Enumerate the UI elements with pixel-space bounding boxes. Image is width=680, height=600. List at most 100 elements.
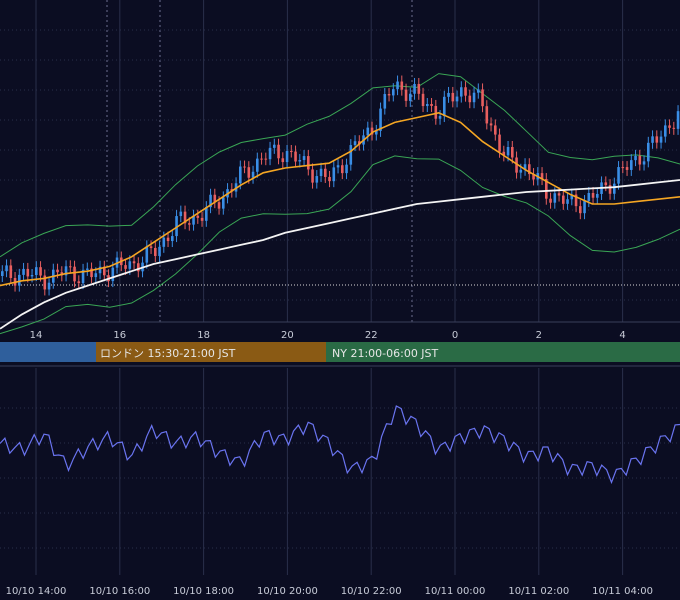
oscillator-x-tick-label: 10/11 00:00	[425, 586, 486, 597]
candle-body	[655, 136, 659, 143]
oscillator-x-tick-label: 10/10 18:00	[173, 586, 234, 597]
candle-body	[400, 81, 404, 90]
candle-body	[222, 197, 225, 209]
candle-body	[77, 281, 81, 284]
candle-body	[251, 171, 255, 178]
candle-body	[477, 89, 480, 93]
candle-body	[341, 165, 344, 174]
candle-body	[18, 274, 21, 286]
candle-body	[39, 267, 42, 276]
candle-body	[583, 201, 586, 214]
candle-body	[676, 111, 680, 129]
candle-body	[396, 81, 399, 90]
candle-body	[86, 268, 89, 270]
candle-body	[166, 237, 170, 242]
candle-body	[604, 182, 608, 186]
candle-body	[651, 136, 654, 143]
oscillator-x-tick-label: 10/10 14:00	[6, 586, 67, 597]
candle-body	[421, 93, 425, 107]
candle-body	[587, 193, 591, 202]
candle-body	[443, 96, 446, 117]
candle-body	[145, 246, 149, 263]
candle-body	[239, 166, 242, 184]
price-x-tick-label: 16	[113, 330, 126, 341]
session-tokyo	[0, 342, 96, 362]
session-ny-label: NY 21:00-06:00 JST	[332, 347, 439, 360]
candle-body	[69, 266, 72, 268]
candle-body	[5, 265, 8, 272]
price-x-tick-label: 14	[30, 330, 43, 341]
candle-body	[264, 158, 268, 160]
candle-body	[171, 236, 174, 242]
candle-body	[47, 282, 51, 290]
candle-body	[149, 246, 153, 248]
candle-body	[613, 183, 616, 194]
candle-body	[472, 92, 476, 103]
candle-body	[247, 167, 251, 178]
candle-body	[353, 141, 357, 146]
candle-body	[243, 166, 246, 168]
candle-body	[277, 144, 280, 159]
price-x-tick-label: 0	[452, 330, 458, 341]
candle-body	[464, 87, 467, 96]
candle-body	[659, 136, 663, 143]
candle-body	[511, 147, 514, 158]
candle-body	[553, 193, 557, 203]
candle-body	[557, 193, 561, 196]
candle-body	[26, 268, 30, 277]
candle-body	[268, 147, 272, 160]
candle-body	[294, 151, 297, 162]
candle-body	[315, 176, 319, 183]
candle-body	[494, 125, 497, 135]
session-london-label: ロンドン 15:30-21:00 JST	[100, 347, 236, 360]
candle-body	[489, 123, 493, 126]
candle-body	[438, 116, 442, 119]
candle-body	[498, 134, 501, 152]
candle-body	[468, 95, 472, 103]
candle-body	[332, 167, 336, 182]
candle-body	[668, 125, 671, 128]
candle-body	[642, 161, 646, 165]
candle-body	[430, 104, 433, 106]
candle-body	[154, 247, 157, 256]
candle-body	[460, 87, 463, 97]
candle-body	[413, 83, 416, 94]
forex-chart: 14 16 18 20 22 0 2 4 ロンドン 15:30-21:00 JST NY 21…	[0, 0, 680, 600]
candle-body	[596, 193, 599, 198]
candle-body	[621, 167, 625, 169]
candle-body	[447, 92, 450, 97]
candle-body	[617, 167, 620, 184]
candle-body	[179, 211, 183, 217]
candle-body	[256, 158, 259, 172]
candle-body	[311, 169, 314, 183]
price-x-tick-label: 22	[365, 330, 378, 341]
candle-body	[298, 160, 302, 162]
candle-body	[608, 185, 612, 194]
oscillator-x-tick-label: 10/10 22:00	[341, 586, 402, 597]
candle-body	[111, 267, 115, 282]
candle-body	[285, 151, 289, 163]
oscillator-x-tick-label: 10/10 16:00	[89, 586, 150, 597]
candle-body	[562, 195, 565, 204]
candle-body	[630, 160, 633, 170]
candle-body	[506, 147, 510, 156]
candle-body	[128, 261, 132, 269]
candle-body	[162, 237, 166, 247]
candle-body	[664, 125, 667, 137]
candle-body	[217, 202, 221, 209]
candle-body	[302, 156, 306, 161]
candle-body	[549, 198, 552, 203]
candle-body	[35, 267, 38, 276]
candle-body	[591, 193, 595, 198]
candle-body	[634, 155, 637, 161]
candle-body	[124, 265, 127, 269]
candle-body	[200, 217, 204, 221]
oscillator-x-tick-label: 10/10 20:00	[257, 586, 318, 597]
candle-body	[73, 266, 76, 282]
candle-body	[30, 275, 34, 277]
candle-body	[638, 155, 642, 165]
candle-body	[434, 105, 438, 119]
candle-body	[290, 151, 293, 153]
price-x-tick-label: 4	[619, 330, 625, 341]
price-x-tick-label: 20	[281, 330, 294, 341]
